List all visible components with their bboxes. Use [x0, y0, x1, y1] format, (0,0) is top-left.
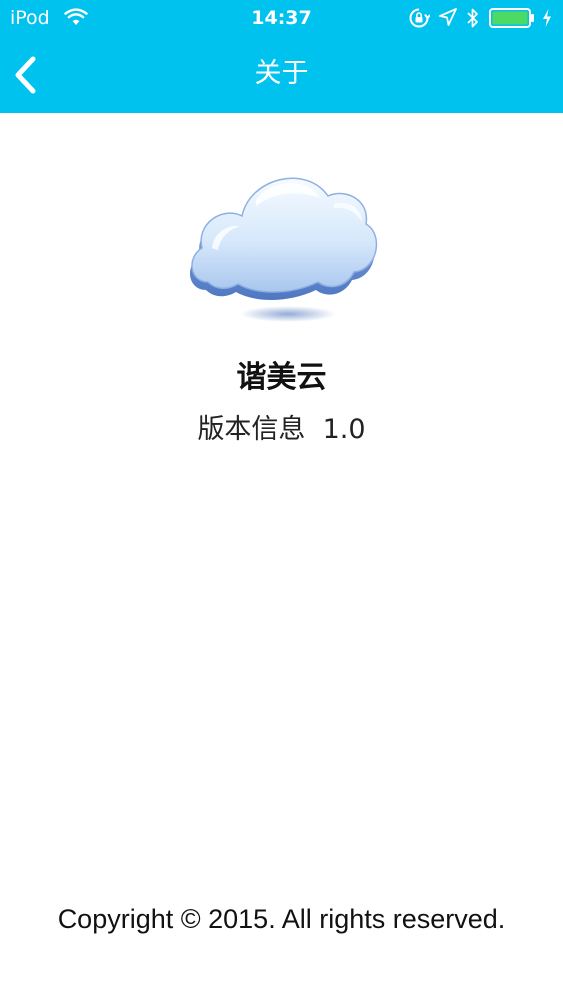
status-bar: iPod 14:37: [0, 0, 563, 38]
cloud-icon: [189, 177, 378, 322]
navigation-bar: 关于: [0, 38, 563, 113]
copyright-text: Copyright © 2015. All rights reserved.: [57, 904, 506, 934]
version-label: 版本信息: [197, 414, 306, 445]
top-bar: iPod 14:37 关于: [0, 0, 563, 113]
location-icon: [439, 8, 457, 26]
version-value: 1.0: [322, 414, 366, 445]
charging-icon: [543, 9, 551, 27]
bluetooth-icon: [467, 8, 478, 28]
version-info: 版本信息 1.0: [0, 411, 563, 449]
app-name: 谐美云: [236, 360, 327, 395]
page-title: 关于: [254, 58, 309, 89]
battery-icon: [489, 8, 534, 28]
rotation-lock-icon: [409, 8, 430, 28]
status-icons: [408, 7, 553, 29]
version-gap: [305, 414, 322, 445]
